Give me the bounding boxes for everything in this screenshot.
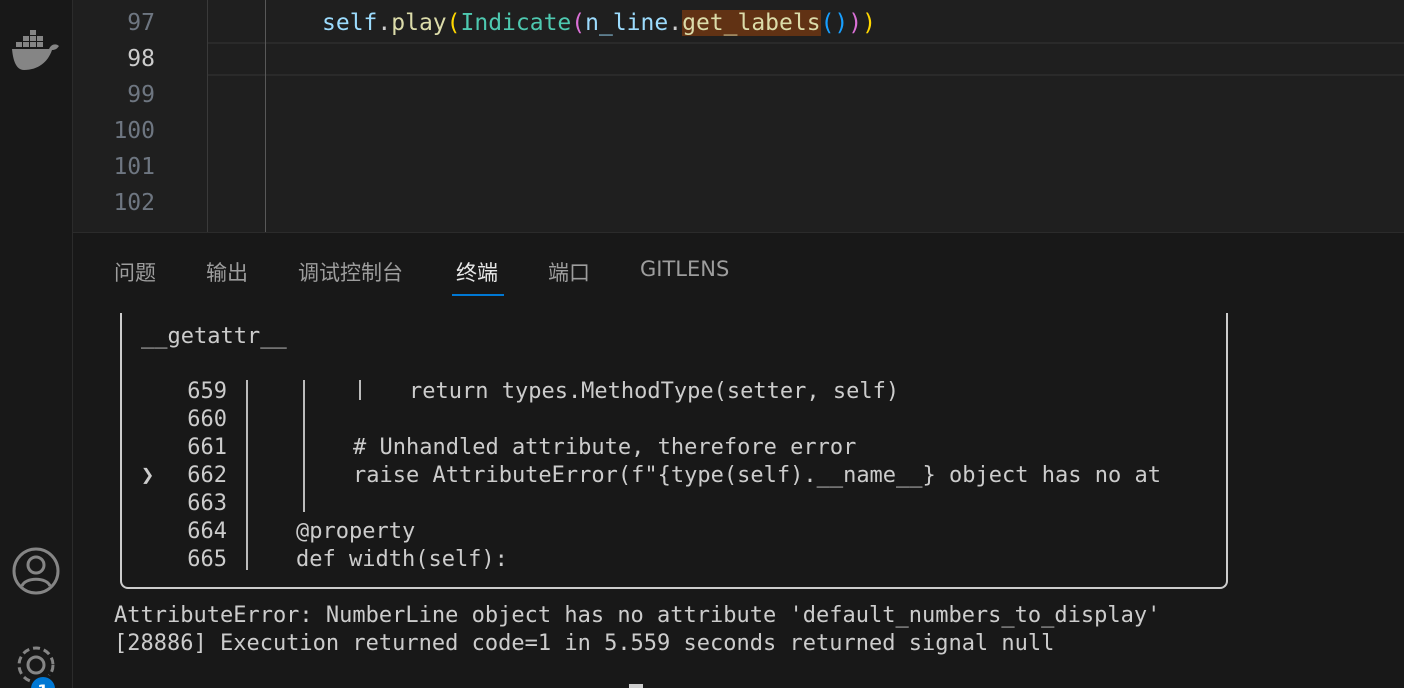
line-number: 99: [127, 82, 155, 108]
terminal-cursor: [629, 684, 643, 688]
line-number-active: 98: [127, 46, 155, 72]
trace-code: return types.MethodType(setter, self): [409, 379, 900, 404]
code-editor[interactable]: 97 98 99 100 101 102 self.play(Indicate(…: [73, 0, 1404, 232]
bottom-panel: 问题 输出 调试控制台 终端 端口 GITLENS __getattr__ 65…: [73, 232, 1404, 688]
terminal-output[interactable]: __getattr__ 659 660 661 662 663 664 665 …: [73, 313, 1404, 688]
trace-line-number: 659: [187, 379, 227, 404]
line-number: 100: [113, 118, 155, 144]
tab-ports[interactable]: 端口: [548, 257, 590, 287]
code-token: .: [377, 10, 392, 36]
tab-output[interactable]: 输出: [206, 257, 248, 287]
vscode-window: 1 97 98 99 100 101 102 self.play(Indicat…: [0, 0, 1404, 688]
trace-line-number: 663: [187, 491, 227, 516]
code-token: play: [391, 10, 447, 36]
tab-debug-console[interactable]: 调试控制台: [298, 257, 403, 287]
code-line-97[interactable]: self.play(Indicate(n_line.get_labels())): [322, 5, 876, 41]
code-token-highlighted: get_labels: [682, 10, 821, 36]
indent-bar: [246, 380, 248, 570]
frame-header: __getattr__: [141, 324, 287, 349]
trace-line-number: 660: [187, 407, 227, 432]
code-token: ): [862, 10, 876, 36]
execution-status: [28886] Execution returned code=1 in 5.5…: [114, 631, 1055, 656]
tab-problems[interactable]: 问题: [114, 257, 156, 287]
error-message: AttributeError: NumberLine object has no…: [114, 603, 1161, 628]
indent-bar: [359, 380, 361, 400]
trace-code: # Unhandled attribute, therefore error: [353, 435, 857, 460]
trace-code: @property: [296, 519, 416, 544]
line-number: 97: [127, 10, 155, 36]
trace-line-number: 661: [187, 435, 227, 460]
current-line-marker: ❯: [141, 463, 155, 488]
trace-line-number: 665: [187, 547, 227, 572]
tab-terminal[interactable]: 终端: [456, 257, 498, 287]
trace-code: raise AttributeError(f"{type(self).__nam…: [353, 463, 1161, 488]
trace-code: def width(self):: [296, 547, 508, 572]
code-token: (): [820, 10, 849, 36]
code-token: n_line: [585, 10, 669, 36]
code-token: Indicate: [460, 10, 572, 36]
current-line-highlight: [207, 42, 1404, 76]
code-token: self: [322, 10, 378, 36]
code-token: (: [446, 10, 461, 36]
indent-guide: [207, 0, 208, 232]
activity-bar: 1: [0, 0, 73, 688]
code-token: ): [848, 10, 863, 36]
docker-icon[interactable]: [0, 30, 72, 74]
line-number: 101: [113, 154, 155, 180]
line-number: 102: [113, 190, 155, 216]
indent-bar: [303, 380, 305, 512]
indent-guide-active: [265, 0, 266, 232]
trace-line-number: 664: [187, 519, 227, 544]
code-token: .: [668, 10, 683, 36]
active-tab-indicator: [452, 294, 504, 296]
tab-gitlens[interactable]: GITLENS: [640, 257, 729, 281]
panel-tabs: 问题 输出 调试控制台 终端 端口 GITLENS: [73, 233, 1404, 299]
trace-line-number: 662: [187, 463, 227, 488]
code-token: (: [571, 10, 586, 36]
account-icon[interactable]: [0, 546, 72, 596]
